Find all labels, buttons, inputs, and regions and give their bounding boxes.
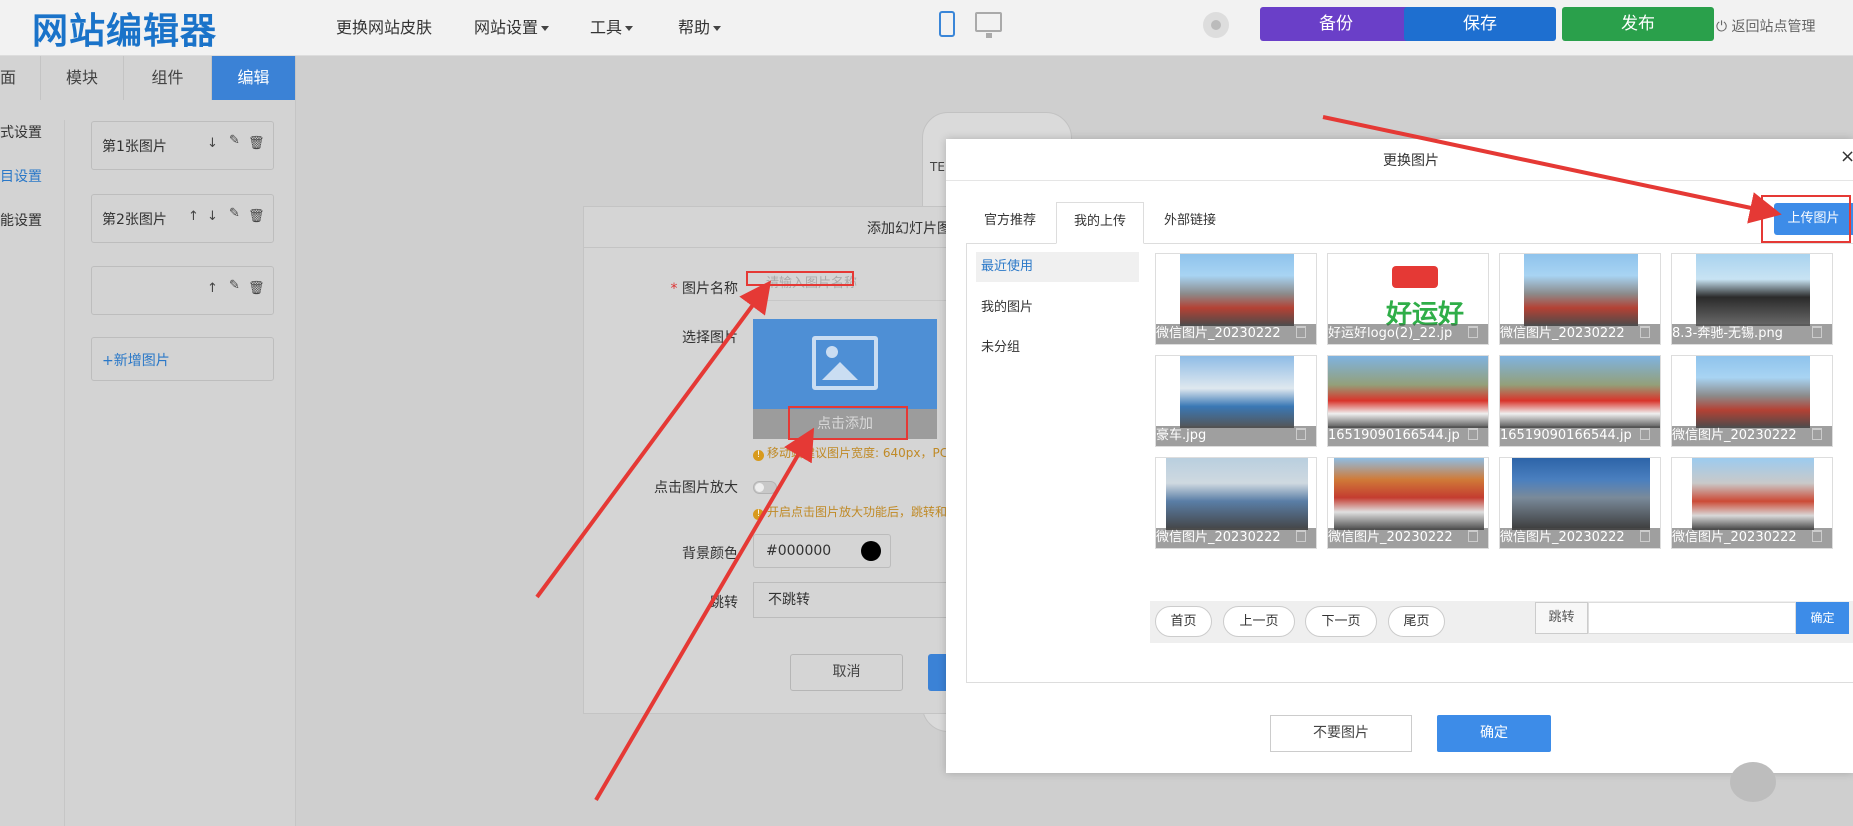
annotation-arrows (535, 115, 1782, 802)
annotation-arrow (535, 280, 772, 599)
page: { "topbar": { "logo": "网站编辑器", "menu": [… (0, 0, 1853, 826)
annotation-arrow (1322, 115, 1782, 224)
annotation-arrow (594, 427, 815, 802)
